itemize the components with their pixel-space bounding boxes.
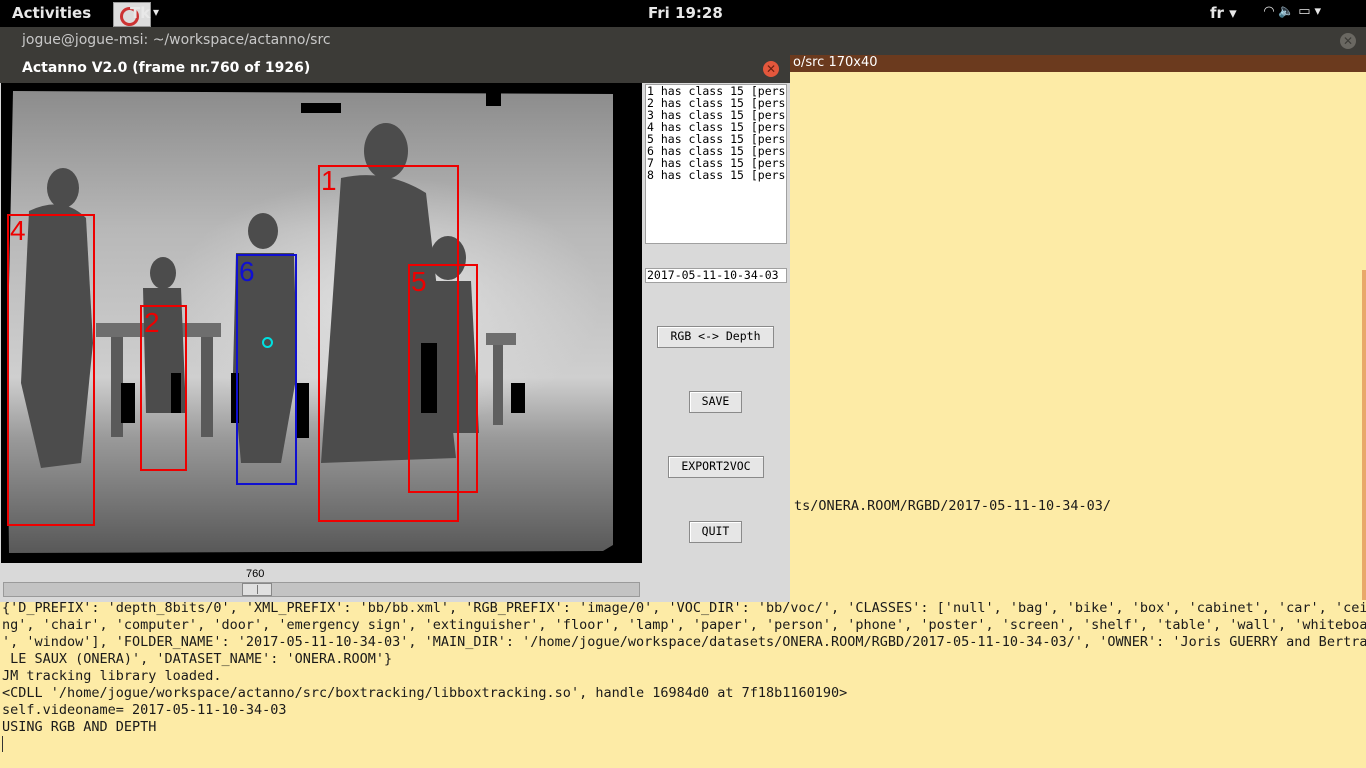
frame-slider-value: 760 [246, 568, 265, 580]
videoname-field[interactable]: 2017-05-11-10-34-03 [645, 268, 787, 283]
save-button[interactable]: SAVE [689, 391, 742, 413]
export-voc-button[interactable]: EXPORT2VOC [668, 456, 764, 478]
quit-button[interactable]: QUIT [689, 521, 742, 543]
rgb-depth-toggle-button[interactable]: RGB <-> Depth [657, 326, 774, 348]
top-bar: Activities Tk ▾ Fri 19:28 fr ▾ ◠🔈▭▾ [0, 0, 1366, 27]
battery-icon: ▭ [1298, 4, 1315, 19]
actanno-window: Actanno V2.0 (frame nr.760 of 1926) ✕ 1 … [0, 55, 790, 602]
system-status-icons[interactable]: ◠🔈▭▾ [1264, 4, 1325, 19]
chevron-down-icon: ▾ [1314, 4, 1326, 19]
keyboard-layout-indicator[interactable]: fr ▾ [1210, 4, 1237, 22]
bounding-box-5[interactable] [408, 264, 478, 493]
terminal-line: ng', 'chair', 'computer', 'door', 'emerg… [2, 617, 1366, 633]
bounding-box-label: 4 [10, 215, 26, 246]
wifi-icon: ◠ [1264, 4, 1278, 19]
tracking-marker [262, 337, 273, 348]
terminal-line: ts/ONERA.ROOM/RGBD/2017-05-11-10-34-03/ [794, 498, 1111, 514]
volume-icon: 🔈 [1278, 4, 1299, 19]
frame-slider-handle[interactable] [242, 583, 272, 596]
terminal-line: {'D_PREFIX': 'depth_8bits/0', 'XML_PREFI… [2, 600, 1366, 616]
terminal-line: USING RGB AND DEPTH [2, 719, 157, 735]
bounding-box-label: 1 [321, 165, 337, 196]
terminal-tab-title: o/src 170x40 [793, 55, 878, 70]
close-icon[interactable]: ✕ [763, 61, 779, 77]
terminal-line: <CDLL '/home/jogue/workspace/actanno/src… [2, 685, 848, 701]
activities-button[interactable]: Activities [12, 4, 91, 22]
terminal-title: jogue@jogue-msi: ~/workspace/actanno/src [22, 32, 331, 48]
frame-slider[interactable] [3, 582, 640, 597]
chevron-down-icon[interactable]: ▾ [153, 5, 159, 19]
terminal-line: ', 'window'], 'FOLDER_NAME': '2017-05-11… [2, 634, 1366, 650]
frame-canvas[interactable]: 1 2 4 5 6 [1, 83, 642, 563]
actanno-title: Actanno V2.0 (frame nr.760 of 1926) [22, 60, 311, 76]
terminal-line: self.videoname= 2017-05-11-10-34-03 [2, 702, 287, 718]
terminal-line: LE SAUX (ONERA)', 'DATASET_NAME': 'ONERA… [2, 651, 393, 667]
terminal-cursor [2, 736, 3, 752]
terminal-titlebar[interactable]: jogue@jogue-msi: ~/workspace/actanno/src… [0, 27, 1366, 55]
bounding-box-label: 5 [411, 266, 427, 297]
terminal-scrollbar[interactable] [1362, 270, 1366, 600]
bounding-box-label: 6 [239, 256, 255, 287]
bounding-box-label: 2 [144, 307, 160, 338]
app-menu-label[interactable]: Tk [130, 4, 150, 22]
actanno-titlebar[interactable]: Actanno V2.0 (frame nr.760 of 1926) ✕ [0, 55, 790, 83]
terminal-line: JM tracking library loaded. [2, 668, 222, 684]
clock[interactable]: Fri 19:28 [648, 4, 723, 22]
bounding-box-4[interactable] [7, 214, 95, 526]
close-icon[interactable]: ✕ [1340, 33, 1356, 49]
bounding-box-6-selected[interactable] [236, 254, 297, 485]
list-item[interactable]: 8 has class 15 [pers [646, 169, 786, 181]
object-list[interactable]: 1 has class 15 [pers 2 has class 15 [per… [645, 84, 787, 244]
